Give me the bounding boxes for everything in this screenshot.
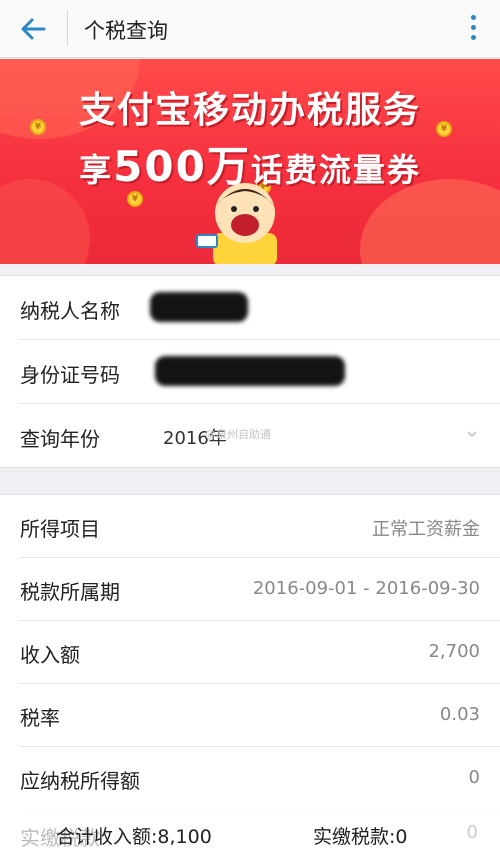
page-title: 个税查询 [84,19,168,43]
back-button[interactable] [14,10,54,48]
taxable-income-value: 0 [468,767,480,788]
redaction-mark [155,356,345,386]
query-year-row[interactable]: 查询年份 2016年 @泉州自助通 [0,404,500,468]
tax-period-label: 税款所属期 [20,580,120,604]
taxpayer-name-label: 纳税人名称 [20,299,120,323]
taxpayer-info-card: 纳税人名称 * 身份证号码 查询年份 2016年 @泉州自助通 [0,275,500,468]
more-vertical-icon [466,15,480,40]
total-income-summary: 合计收入额:8,100 [56,826,212,848]
more-menu-button[interactable] [466,12,480,46]
detail-row: 应纳税所得额 0 [0,747,500,809]
id-number-label: 身份证号码 [20,363,120,387]
total-tax-summary: 实缴税款:0 [313,826,408,848]
phone-icon [196,234,218,248]
tax-rate-label: 税率 [20,706,60,730]
summary-footer: 实缴税款 0 合计收入额:8,100 实缴税款:0 [0,808,500,855]
income-amount-value: 2,700 [428,641,480,662]
detail-row: 收入额 2,700 [0,621,500,683]
promo-banner[interactable]: ¥ ¥ ¥ ¥ 支付宝移动办税服务 享500万话费流量券 [0,59,500,264]
tax-rate-value: 0.03 [439,704,480,725]
detail-row: 所得项目 正常工资薪金 [0,495,500,557]
banner-headline: 支付宝移动办税服务 [78,90,421,131]
query-year-label: 查询年份 [20,427,100,451]
income-amount-label: 收入额 [20,643,80,667]
watermark-text: @泉州自助通 [205,428,271,441]
mascot-illustration [213,183,277,264]
detail-row: 税率 0.03 [0,684,500,746]
top-bar: 个税查询 [0,0,500,58]
income-item-label: 所得项目 [20,517,100,541]
income-item-value: 正常工资薪金 [372,519,480,540]
tax-paid-row-value: 0 [466,822,478,843]
detail-row: 税款所属期 2016-09-01 - 2016-09-30 [0,558,500,620]
tax-period-value: 2016-09-01 - 2016-09-30 [252,578,480,599]
topbar-divider [67,10,68,46]
tax-detail-card: 所得项目 正常工资薪金 税款所属期 2016-09-01 - 2016-09-3… [0,494,500,855]
taxpayer-name-row: 纳税人名称 * [0,276,500,340]
chevron-down-icon[interactable] [466,428,478,440]
redaction-mark [150,292,248,322]
id-number-row: 身份证号码 [0,340,500,404]
back-arrow-icon [21,18,46,40]
taxable-income-label: 应纳税所得额 [20,769,140,793]
